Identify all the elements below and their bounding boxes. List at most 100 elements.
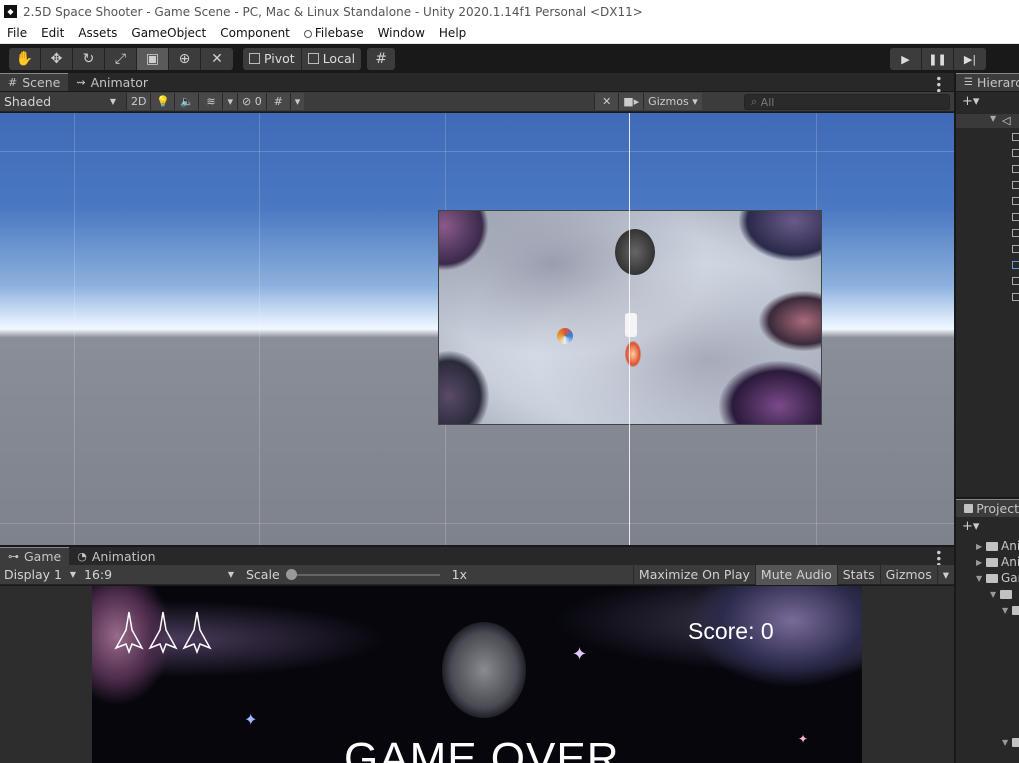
menu-edit[interactable]: Edit [34, 26, 71, 40]
eye-slash-icon: ⊘ [242, 95, 252, 108]
gameobject-icon [1012, 197, 1019, 205]
hierarchy-item[interactable] [956, 146, 1019, 160]
hierarchy-item[interactable] [956, 210, 1019, 224]
lighting-toggle-icon[interactable]: 💡 [150, 93, 175, 110]
player-thruster-sprite [625, 341, 641, 367]
scene-panel-tabs: # Scene ⇝ Animator ••• [0, 73, 954, 93]
play-button[interactable]: ▶ [890, 48, 922, 70]
tab-animation[interactable]: ◔ Animation [69, 547, 163, 565]
grid-line [259, 113, 260, 545]
move-tool-icon[interactable]: ✥ [41, 47, 73, 70]
nebula-image [439, 211, 489, 271]
powerup-sprite [557, 328, 573, 344]
folder-open-icon [1012, 737, 1019, 747]
menu-help[interactable]: Help [432, 26, 473, 40]
hidden-objects-toggle[interactable]: ⊘ 0 [237, 93, 266, 110]
menu-gameobject[interactable]: GameObject [124, 26, 213, 40]
camera-icon[interactable]: ■▸ [618, 93, 644, 110]
game-viewport[interactable]: ✦ ✦ ✦ Score: 0 GAME OVER [0, 586, 954, 763]
hierarchy-item[interactable] [956, 162, 1019, 176]
scale-slider-knob[interactable] [285, 568, 297, 580]
scene-game-frame[interactable] [438, 210, 822, 425]
tab-game[interactable]: ⊶ Game [0, 547, 70, 565]
tools-icon[interactable]: ✕ [594, 93, 619, 110]
project-folder-item[interactable]: ▼ [1002, 735, 1019, 749]
hierarchy-item[interactable] [956, 130, 1019, 144]
menu-file[interactable]: File [0, 26, 34, 40]
scene-grid-icon: # [8, 76, 18, 89]
custom-tool-icon[interactable]: ✕ [201, 47, 233, 70]
tab-hierarchy[interactable]: ☰Hierarchy [956, 73, 1019, 91]
create-asset-button[interactable]: +▾ [962, 519, 979, 534]
mute-audio-toggle[interactable]: Mute Audio [754, 564, 837, 585]
list-icon: ☰ [964, 77, 973, 88]
hand-tool-icon[interactable]: ✋ [9, 47, 41, 70]
menu-window[interactable]: Window [371, 26, 432, 40]
asteroid-sprite [442, 622, 526, 718]
gizmos-dropdown[interactable]: Gizmos ▾ [643, 93, 702, 110]
scene-panel-menu-icon[interactable]: ••• [931, 75, 945, 93]
grid-dropdown-icon[interactable]: ▾ [289, 93, 305, 110]
nebula-image [439, 351, 489, 424]
project-folder-item[interactable]: ▼ [1002, 603, 1019, 617]
rotate-tool-icon[interactable]: ↻ [73, 47, 105, 70]
audio-toggle-icon[interactable]: 🔈 [174, 93, 199, 110]
tab-project[interactable]: Project [956, 499, 1019, 517]
grid-toggle-icon[interactable]: # [265, 93, 290, 110]
chevron-down-icon: ▼ [990, 114, 997, 123]
transform-tool-icon[interactable]: ⊕ [169, 47, 201, 70]
scale-value: 1x [451, 567, 467, 582]
project-folder-item[interactable]: ▼ [990, 587, 1015, 601]
menu-component[interactable]: Component [213, 26, 297, 40]
shading-mode-dropdown[interactable]: Shaded ▼ [0, 93, 120, 111]
grid-snap-icon[interactable]: # [367, 47, 396, 70]
scene-viewport[interactable] [0, 113, 954, 545]
folder-open-icon [1000, 589, 1012, 599]
hierarchy-item[interactable] [956, 258, 1019, 272]
tab-animator[interactable]: ⇝ Animator [68, 73, 156, 91]
add-object-button[interactable]: +▾ [962, 94, 979, 109]
rect-tool-icon[interactable]: ▣ [137, 47, 169, 70]
hierarchy-item[interactable] [956, 274, 1019, 288]
stats-toggle[interactable]: Stats [836, 564, 880, 585]
hierarchy-panel: +▾ ▼ ◁ [956, 92, 1019, 497]
scene-root-row[interactable]: ▼ ◁ [956, 114, 1019, 128]
game-toolbar: Display 1 ▼ 16:9 ▼ Scale 1x Maximize On Pl… [0, 564, 954, 585]
scale-tool-icon[interactable]: ⤢ [105, 47, 137, 70]
maximize-on-play-toggle[interactable]: Maximize On Play [632, 564, 755, 585]
hierarchy-item[interactable] [956, 194, 1019, 208]
tab-scene[interactable]: # Scene [0, 73, 69, 91]
pivot-toggle[interactable]: Pivot [243, 47, 302, 70]
hierarchy-item[interactable] [956, 178, 1019, 192]
effects-toggle-icon[interactable]: ≋ [198, 93, 223, 110]
step-button[interactable]: ▶| [954, 48, 986, 70]
gameobject-icon [1012, 165, 1019, 173]
menu-filebase[interactable]: Filebase [297, 26, 371, 40]
effects-dropdown-icon[interactable]: ▾ [222, 93, 237, 110]
hierarchy-item[interactable] [956, 242, 1019, 256]
project-folder-item[interactable]: ▶Animations [976, 555, 1019, 569]
transform-tools: ✋ ✥ ↻ ⤢ ▣ ⊕ ✕ [9, 47, 233, 70]
unity-logo-icon: ◆ [4, 5, 17, 18]
menu-assets[interactable]: Assets [71, 26, 124, 40]
grid-snap-group: # [367, 47, 396, 70]
local-toggle[interactable]: Local [301, 47, 362, 70]
folder-icon [986, 557, 998, 567]
display-dropdown[interactable]: Display 1 ▼ [0, 566, 80, 584]
asteroid-sprite [615, 229, 655, 275]
gizmos-toggle[interactable]: Gizmos [879, 564, 937, 585]
hierarchy-item[interactable] [956, 226, 1019, 240]
scene-camera-guide [629, 113, 630, 545]
chevron-down-icon: ▼ [990, 589, 997, 599]
mode-2d-toggle[interactable]: 2D [126, 93, 151, 110]
filebase-icon [303, 30, 312, 38]
scale-slider[interactable] [285, 568, 440, 580]
project-panel-tabs: Project [956, 499, 1019, 517]
project-folder-item[interactable]: ▶Animations [976, 539, 1019, 553]
project-folder-item[interactable]: ▼Game [976, 571, 1019, 585]
scene-search-input[interactable]: ⌕ All [744, 94, 950, 110]
pause-button[interactable]: ❚❚ [922, 48, 954, 70]
aspect-dropdown[interactable]: 16:9 ▼ [80, 566, 238, 584]
hierarchy-item[interactable] [956, 290, 1019, 304]
gizmos-dropdown-icon[interactable]: ▾ [936, 564, 954, 585]
